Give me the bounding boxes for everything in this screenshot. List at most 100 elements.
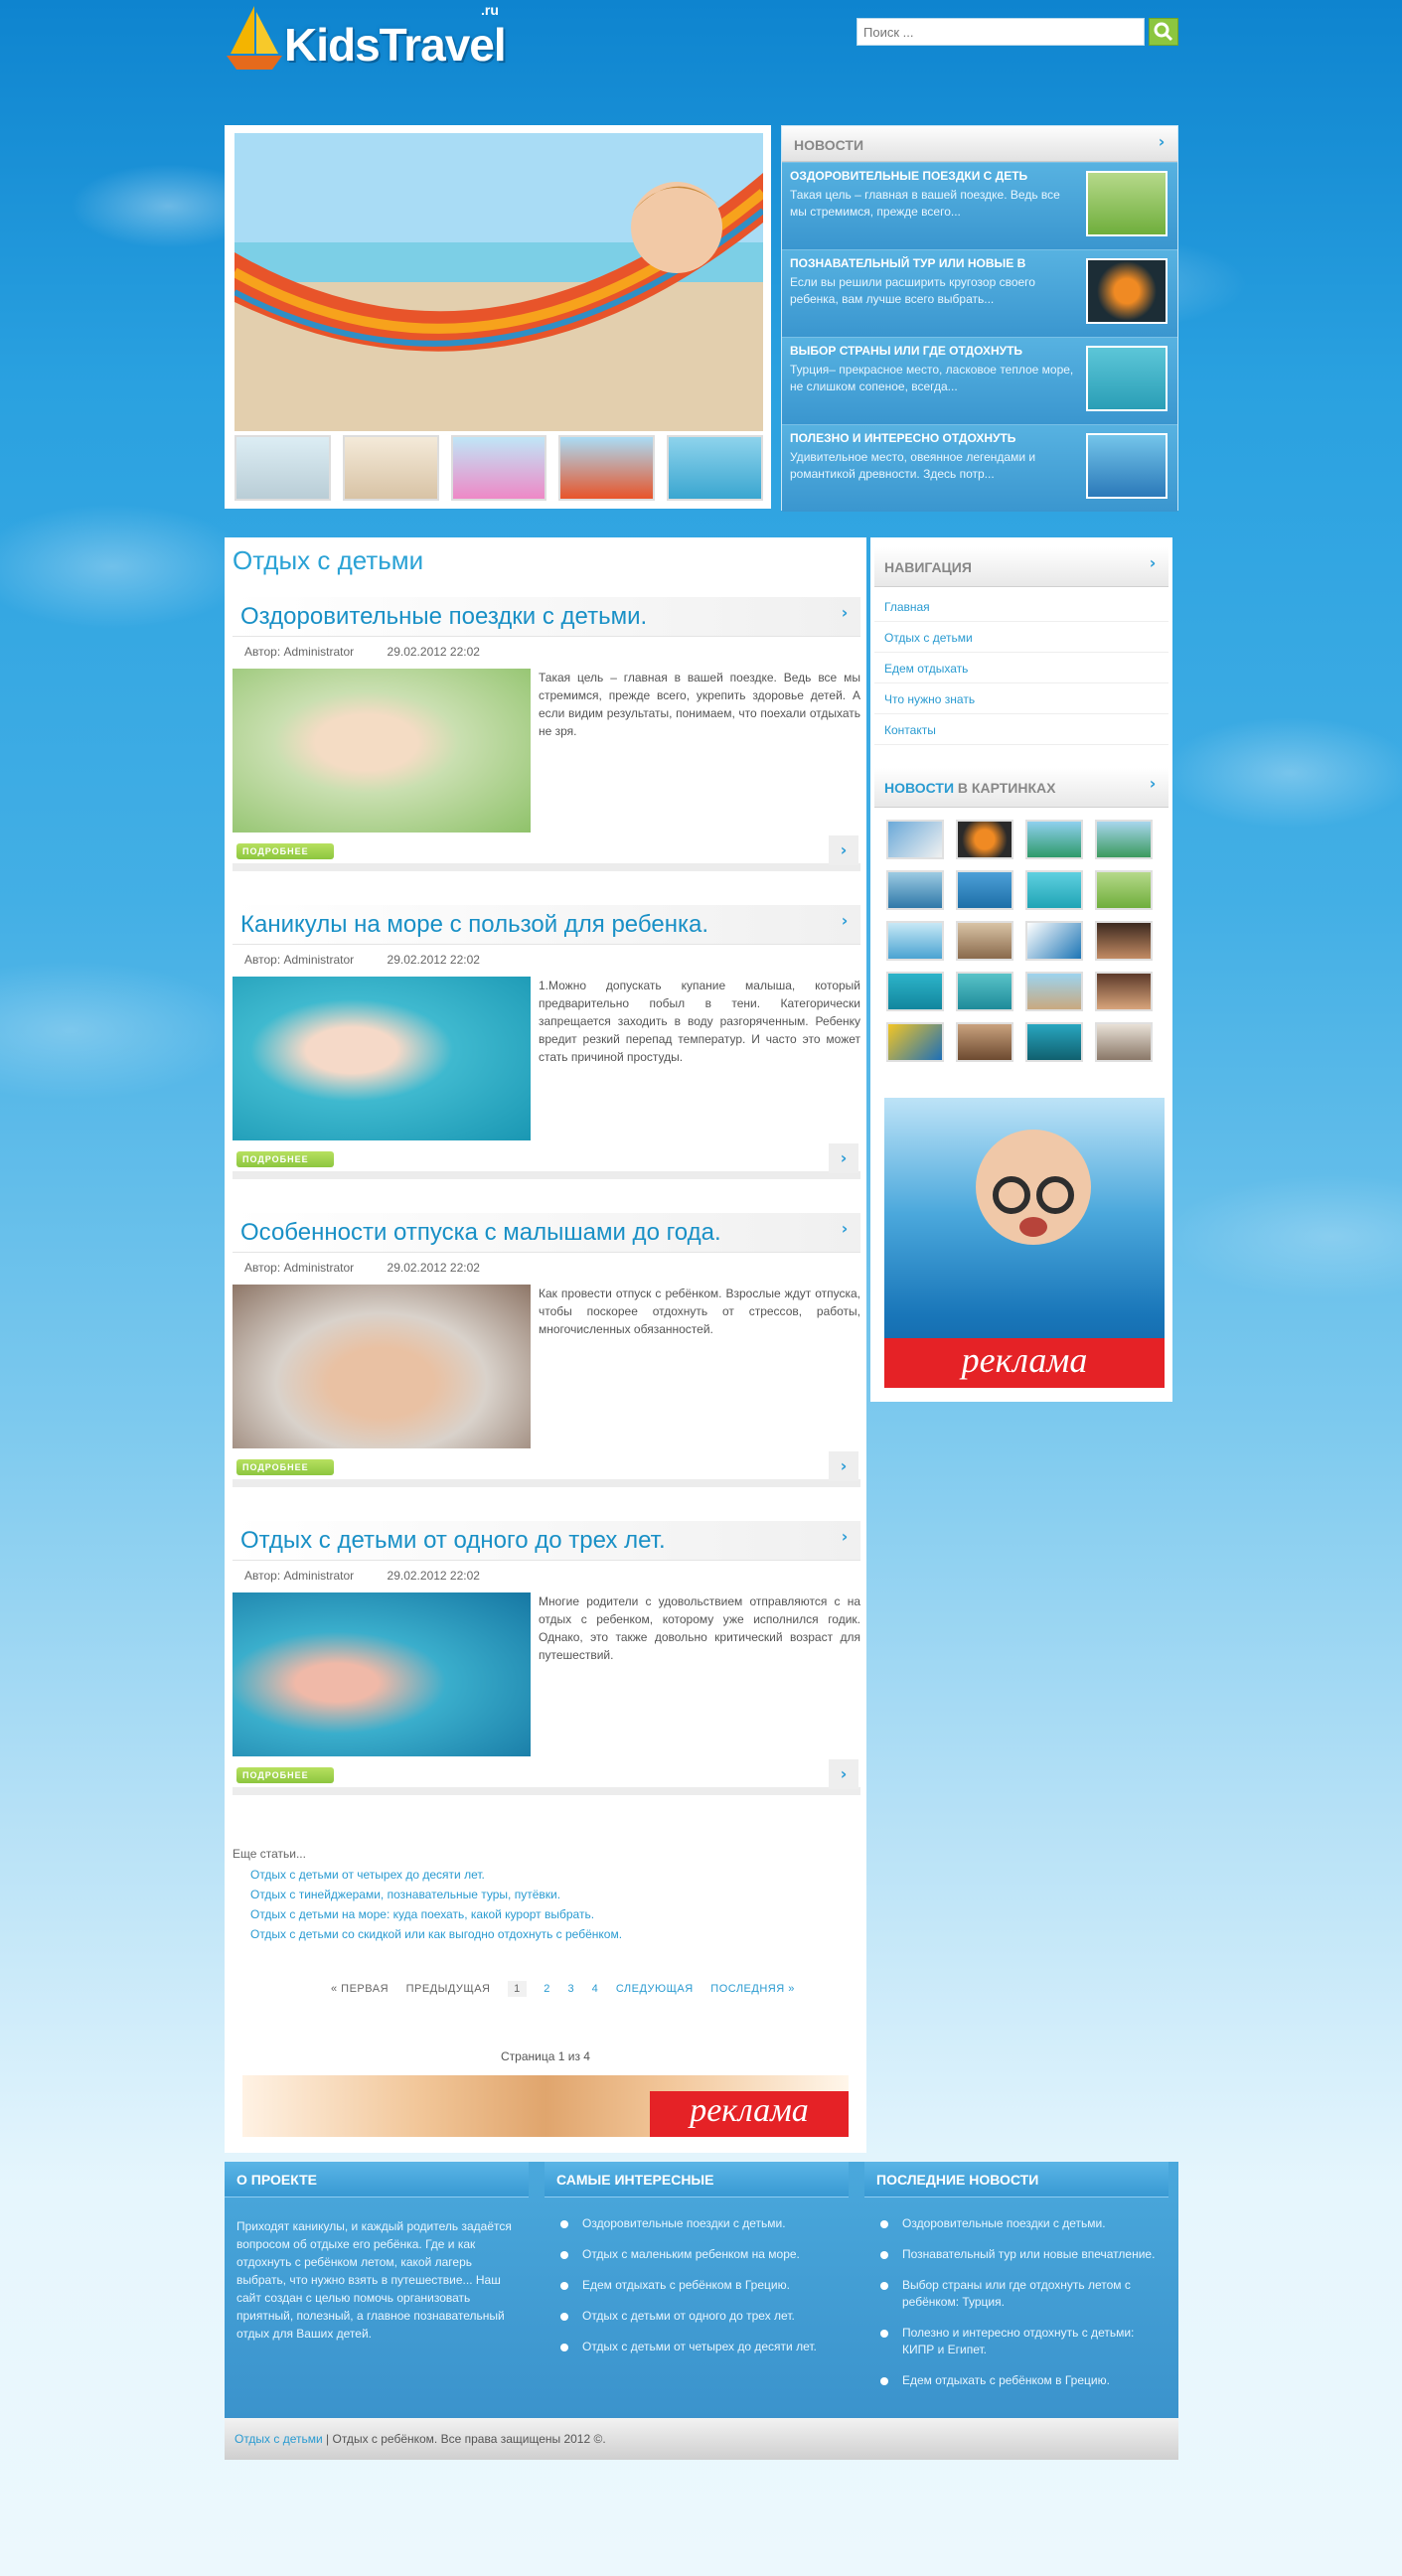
gallery-thumb[interactable] (886, 921, 944, 961)
gallery-thumb[interactable] (956, 820, 1013, 859)
chevron-right-icon[interactable]: › (1154, 134, 1169, 150)
more-article-link[interactable]: Отдых с детьми от четырех до десяти лет. (250, 1868, 485, 1882)
chevron-right-icon[interactable]: › (837, 913, 853, 929)
footer-popular-link[interactable]: Отдых с детьми от одного до трех лет. (556, 2308, 843, 2325)
news-item[interactable]: ОЗДОРОВИТЕЛЬНЫЕ ПОЕЗДКИ С ДЕТЬ Такая цел… (782, 162, 1177, 249)
gallery-thumb[interactable] (956, 870, 1013, 910)
news-item-image[interactable] (1086, 346, 1168, 411)
news-item[interactable]: ПОЛЕЗНО И ИНТЕРЕСНО ОТДОХНУТЬ Удивительн… (782, 424, 1177, 512)
slider-thumb[interactable] (558, 435, 656, 501)
chevron-right-icon[interactable]: › (837, 1221, 853, 1237)
gallery-thumb[interactable] (956, 921, 1013, 961)
read-more-button[interactable]: ПОДРОБНЕЕ (236, 1767, 334, 1783)
gallery-thumb[interactable] (1025, 870, 1083, 910)
ad-banner-side[interactable]: реклама (884, 1098, 1165, 1388)
article-title[interactable]: Оздоровительные поездки с детьми. › (233, 597, 860, 637)
copyright-link[interactable]: Отдых с детьми (234, 2432, 323, 2446)
footer-latest-link[interactable]: Оздоровительные поездки с детьми. (876, 2215, 1163, 2232)
pager-page[interactable]: 4 (592, 1983, 599, 1995)
news-item-title[interactable]: ПОЛЕЗНО И ИНТЕРЕСНО ОТДОХНУТЬ (790, 431, 1078, 445)
search-input[interactable] (857, 18, 1145, 46)
ad-banner-bottom[interactable]: реклама (242, 2075, 849, 2137)
ad-banner-label: реклама (650, 2091, 849, 2137)
slider-thumb[interactable] (234, 435, 331, 501)
news-item-title[interactable]: ОЗДОРОВИТЕЛЬНЫЕ ПОЕЗДКИ С ДЕТЬ (790, 169, 1078, 183)
article-image[interactable] (233, 1285, 531, 1448)
gallery-thumb[interactable] (1025, 820, 1083, 859)
article-title-text[interactable]: Особенности отпуска с малышами до года. (240, 1219, 721, 1246)
gallery-thumb[interactable] (1095, 921, 1153, 961)
chevron-right-icon[interactable]: › (829, 1451, 858, 1481)
news-item-title[interactable]: ПОЗНАВАТЕЛЬНЫЙ ТУР ИЛИ НОВЫЕ В (790, 256, 1078, 270)
article-title[interactable]: Особенности отпуска с малышами до года. … (233, 1213, 860, 1253)
news-item-title[interactable]: ВЫБОР СТРАНЫ ИЛИ ГДЕ ОТДОХНУТЬ (790, 344, 1078, 358)
gallery-thumb[interactable] (886, 820, 944, 859)
article-title-text[interactable]: Отдых с детьми от одного до трех лет. (240, 1527, 666, 1554)
chevron-right-icon[interactable]: › (837, 605, 853, 621)
news-item-image[interactable] (1086, 258, 1168, 324)
gallery-thumb[interactable] (1095, 972, 1153, 1011)
chevron-right-icon[interactable]: › (829, 1143, 858, 1173)
sidebar-item-home[interactable]: Главная (874, 591, 1168, 622)
gallery-thumb[interactable] (1095, 1022, 1153, 1062)
more-article-link[interactable]: Отдых с тинейджерами, познавательные тур… (250, 1888, 560, 1901)
gallery-thumb[interactable] (886, 972, 944, 1011)
more-article-link[interactable]: Отдых с детьми со скидкой или как выгодн… (250, 1927, 622, 1941)
slider-thumb[interactable] (667, 435, 763, 501)
pager-page[interactable]: 3 (567, 1983, 574, 1995)
pager-first[interactable]: « ПЕРВАЯ (331, 1983, 389, 1995)
read-more-button[interactable]: ПОДРОБНЕЕ (236, 1151, 334, 1167)
more-article-link[interactable]: Отдых с детьми на море: куда поехать, ка… (250, 1907, 594, 1921)
chevron-right-icon[interactable]: › (837, 1529, 853, 1545)
article-title[interactable]: Отдых с детьми от одного до трех лет. › (233, 1521, 860, 1561)
pager-next[interactable]: СЛЕДУЮЩАЯ (616, 1983, 694, 1995)
gallery-thumb[interactable] (1095, 870, 1153, 910)
footer-latest-link[interactable]: Едем отдыхать с ребёнком в Грецию. (876, 2372, 1163, 2389)
sidebar-item-what-to-know[interactable]: Что нужно знать (874, 683, 1168, 714)
gallery-thumb[interactable] (1095, 820, 1153, 859)
gallery-thumb[interactable] (886, 1022, 944, 1062)
sidebar-item-contacts[interactable]: Контакты (874, 714, 1168, 745)
footer-popular-link[interactable]: Оздоровительные поездки с детьми. (556, 2215, 843, 2232)
gallery-thumb[interactable] (1025, 972, 1083, 1011)
gallery-thumb[interactable] (1025, 921, 1083, 961)
article-image[interactable] (233, 977, 531, 1140)
read-more-button[interactable]: ПОДРОБНЕЕ (236, 1459, 334, 1475)
article-text: 1.Можно допускать купание малыша, которы… (539, 979, 860, 1064)
footer-latest-link[interactable]: Выбор страны или где отдохнуть летом с р… (876, 2277, 1163, 2311)
pager-page[interactable]: 2 (544, 1983, 550, 1995)
slider-thumb[interactable] (342, 435, 439, 501)
chevron-right-icon[interactable]: › (829, 1759, 858, 1789)
read-more-button[interactable]: ПОДРОБНЕЕ (236, 843, 334, 859)
pager-prev[interactable]: ПРЕДЫДУЩАЯ (406, 1983, 491, 1995)
article-title-text[interactable]: Каникулы на море с пользой для ребенка. (240, 911, 708, 938)
gallery-thumb[interactable] (886, 870, 944, 910)
article-title[interactable]: Каникулы на море с пользой для ребенка. … (233, 905, 860, 945)
footer-latest-link[interactable]: Познавательный тур или новые впечатление… (876, 2246, 1163, 2263)
gallery-thumb[interactable] (956, 972, 1013, 1011)
article-image[interactable] (233, 1592, 531, 1756)
footer-popular-link[interactable]: Едем отдыхать с ребёнком в Грецию. (556, 2277, 843, 2294)
search-button[interactable] (1149, 18, 1178, 46)
gallery-thumb[interactable] (1025, 1022, 1083, 1062)
article-image[interactable] (233, 669, 531, 833)
sidebar-item-kids-rest[interactable]: Отдых с детьми (874, 622, 1168, 653)
chevron-right-icon[interactable]: › (829, 835, 858, 865)
pager-last[interactable]: ПОСЛЕДНЯЯ » (710, 1983, 795, 1995)
slide-main-image[interactable] (234, 133, 763, 431)
chevron-right-icon[interactable]: › (1145, 776, 1161, 792)
news-item[interactable]: ПОЗНАВАТЕЛЬНЫЙ ТУР ИЛИ НОВЫЕ В Если вы р… (782, 249, 1177, 337)
news-item[interactable]: ВЫБОР СТРАНЫ ИЛИ ГДЕ ОТДОХНУТЬ Турция– п… (782, 337, 1177, 424)
chevron-right-icon[interactable]: › (1145, 555, 1161, 571)
article-title-text[interactable]: Оздоровительные поездки с детьми. (240, 603, 647, 630)
news-item-image[interactable] (1086, 433, 1168, 499)
gallery-thumb[interactable] (956, 1022, 1013, 1062)
footer-latest-link[interactable]: Полезно и интересно отдохнуть с детьми: … (876, 2325, 1163, 2358)
sidebar-item-travel[interactable]: Едем отдыхать (874, 653, 1168, 683)
footer-popular-link[interactable]: Отдых с маленьким ребенком на море. (556, 2246, 843, 2263)
news-item-image[interactable] (1086, 171, 1168, 236)
news-item-text: Турция– прекрасное место, ласковое тепло… (790, 363, 1074, 393)
footer-popular-link[interactable]: Отдых с детьми от четырех до десяти лет. (556, 2339, 843, 2355)
slider-thumb[interactable] (450, 435, 547, 501)
site-logo[interactable]: KidsTravel .ru (225, 0, 513, 79)
